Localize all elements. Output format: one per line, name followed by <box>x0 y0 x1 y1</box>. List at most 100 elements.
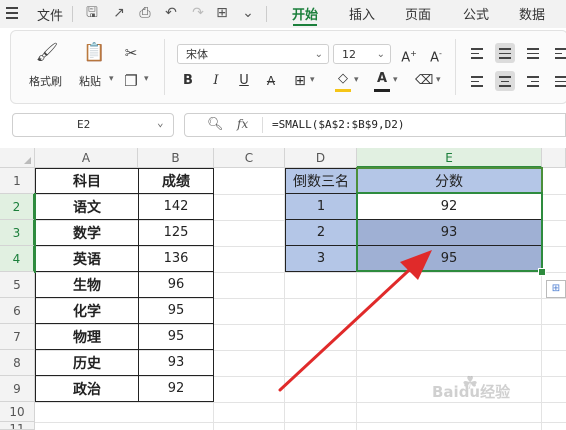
export-icon[interactable]: ↗ <box>111 4 127 22</box>
score-cell[interactable]: 142 <box>139 194 214 220</box>
score-cell[interactable]: 95 <box>139 298 214 324</box>
tab-home-underline <box>293 24 317 26</box>
font-color-button[interactable]: A <box>373 69 391 89</box>
row-header-6[interactable]: 6 <box>0 298 35 324</box>
align-bottom-icon[interactable] <box>523 43 543 63</box>
row-header-8[interactable]: 8 <box>0 350 35 376</box>
eraser-icon[interactable]: ⌫ <box>415 71 433 91</box>
font-size-value: 12 <box>342 48 356 61</box>
cut-icon[interactable]: ✂ <box>121 43 141 63</box>
column-header-e[interactable]: E <box>357 148 542 168</box>
reference-highlight <box>34 193 36 273</box>
strikethrough-icon[interactable]: A <box>262 71 280 91</box>
header-rank[interactable]: 倒数三名 <box>286 169 357 194</box>
fill-handle[interactable] <box>538 268 546 276</box>
zoom-formula-icon[interactable]: 🔍︎ <box>207 117 224 132</box>
fx-icon[interactable]: fx <box>237 117 248 131</box>
chevron-down-icon[interactable]: ⌄ <box>157 116 164 129</box>
grid-corner[interactable] <box>0 148 35 168</box>
quick-more-icon[interactable]: ⌄ <box>240 4 256 22</box>
copy-icon[interactable]: ❐ <box>121 71 141 91</box>
column-header-b[interactable]: B <box>138 148 214 168</box>
align-middle-icon[interactable] <box>495 43 515 63</box>
paste-label[interactable]: 粘贴 <box>79 73 101 89</box>
underline-button[interactable]: U <box>235 71 253 91</box>
score-cell[interactable]: 95 <box>139 324 214 350</box>
header-e-border <box>356 167 543 194</box>
align-top-icon[interactable] <box>467 43 487 63</box>
bold-button[interactable]: B <box>179 71 197 91</box>
format-painter-label[interactable]: 格式刷 <box>29 73 62 89</box>
row-header-4[interactable]: 4 <box>0 246 35 272</box>
score-cell[interactable]: 136 <box>139 246 214 272</box>
quick-analysis-icon[interactable]: ⊞ <box>546 280 566 298</box>
score-cell[interactable]: 125 <box>139 220 214 246</box>
file-menu[interactable]: 文件 <box>37 5 63 24</box>
header-score[interactable]: 成绩 <box>139 169 214 194</box>
row-header-7[interactable]: 7 <box>0 324 35 350</box>
border-icon[interactable]: ⊞ <box>291 71 309 91</box>
name-box[interactable]: E2 ⌄ <box>12 113 174 137</box>
score-table: 科目 成绩 语文 142 数学 125 英语 136 生物 96 化学 95 物… <box>35 168 214 402</box>
align-left-icon[interactable] <box>467 71 487 91</box>
row-header-2[interactable]: 2 <box>0 194 35 220</box>
eraser-chevron-icon[interactable]: ▾ <box>436 75 441 85</box>
fill-chevron-icon[interactable]: ▾ <box>354 75 359 85</box>
subject-cell[interactable]: 数学 <box>36 220 139 246</box>
score-cell[interactable]: 92 <box>139 376 214 402</box>
undo-icon[interactable]: ↶ <box>163 4 179 22</box>
font-name-value: 宋体 <box>186 48 208 61</box>
row-header-5[interactable]: 5 <box>0 272 35 298</box>
print-preview-icon[interactable]: ⎙ <box>137 4 153 22</box>
customize-icon[interactable]: ⊞ <box>214 4 230 22</box>
redo-icon[interactable]: ↷ <box>190 4 206 22</box>
tab-home[interactable]: 开始 <box>292 4 318 23</box>
align-right-icon[interactable] <box>523 71 543 91</box>
column-header-d[interactable]: D <box>285 148 357 168</box>
align-center-icon[interactable] <box>495 71 515 91</box>
chevron-down-icon: ⌄ <box>376 49 385 60</box>
decrease-font-icon[interactable]: A- <box>427 44 445 65</box>
row-header-1[interactable]: 1 <box>0 168 35 194</box>
tab-data[interactable]: 数据 <box>519 4 545 23</box>
fill-color-icon[interactable]: ◇ <box>334 69 352 89</box>
indent-icon[interactable] <box>551 43 566 63</box>
row-header-11[interactable]: 11 <box>0 422 35 430</box>
tab-insert[interactable]: 插入 <box>349 4 375 23</box>
paste-chevron-icon[interactable]: ▾ <box>109 74 114 84</box>
subject-cell[interactable]: 政治 <box>36 376 139 402</box>
header-subject[interactable]: 科目 <box>36 169 139 194</box>
score-cell[interactable]: 93 <box>139 350 214 376</box>
row-header-10[interactable]: 10 <box>0 402 35 422</box>
italic-button[interactable]: I <box>207 71 225 91</box>
column-header-f[interactable] <box>542 148 566 168</box>
subject-cell[interactable]: 英语 <box>36 246 139 272</box>
formula-input[interactable]: 🔍︎ fx =SMALL($A$2:$B$9,D2) <box>184 113 566 137</box>
border-chevron-icon[interactable]: ▾ <box>310 75 315 85</box>
subject-cell[interactable]: 生物 <box>36 272 139 298</box>
subject-cell[interactable]: 化学 <box>36 298 139 324</box>
font-name-select[interactable]: 宋体 ⌄ <box>177 44 329 64</box>
column-header-c[interactable]: C <box>214 148 285 168</box>
font-size-select[interactable]: 12 ⌄ <box>333 44 391 64</box>
subject-cell[interactable]: 物理 <box>36 324 139 350</box>
subject-cell[interactable]: 历史 <box>36 350 139 376</box>
formula-divider <box>262 117 263 133</box>
tab-page[interactable]: 页面 <box>405 4 431 23</box>
subject-cell[interactable]: 语文 <box>36 194 139 220</box>
justify-icon[interactable] <box>551 71 566 91</box>
hamburger-icon[interactable] <box>6 7 18 19</box>
save-icon[interactable]: 🖫 <box>84 4 100 22</box>
increase-font-icon[interactable]: A+ <box>400 44 418 65</box>
score-cell[interactable]: 96 <box>139 272 214 298</box>
row-header-9[interactable]: 9 <box>0 376 35 402</box>
font-color-swatch <box>374 89 390 92</box>
tab-formula[interactable]: 公式 <box>463 4 489 23</box>
row-header-3[interactable]: 3 <box>0 220 35 246</box>
column-header-a[interactable]: A <box>35 148 138 168</box>
font-color-chevron-icon[interactable]: ▾ <box>393 75 398 85</box>
copy-chevron-icon[interactable]: ▾ <box>144 74 149 84</box>
paste-icon[interactable]: 📋 <box>83 43 105 63</box>
rank-cell[interactable]: 1 <box>286 194 357 220</box>
format-painter-icon[interactable]: 🖌 <box>35 43 59 63</box>
